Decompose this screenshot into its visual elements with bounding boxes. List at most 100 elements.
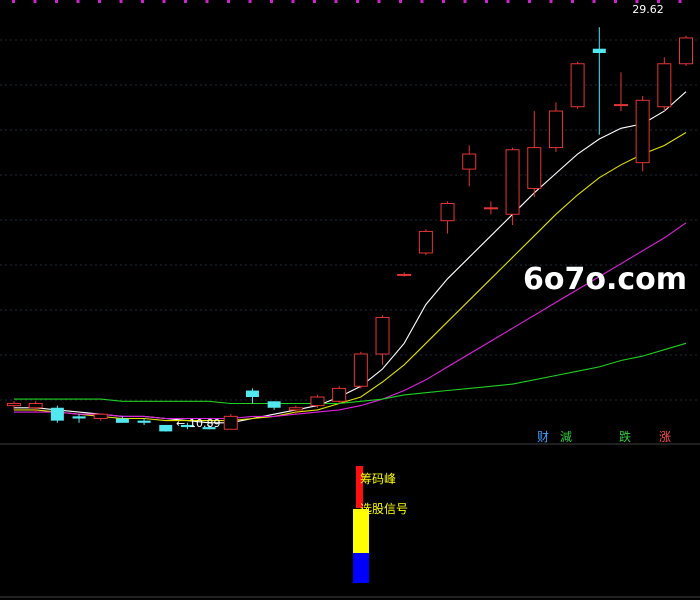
candle-body bbox=[483, 207, 498, 210]
candle-body bbox=[527, 147, 542, 189]
ma-line-3 bbox=[14, 222, 687, 420]
candle-body bbox=[505, 149, 520, 215]
candle-body bbox=[115, 418, 129, 423]
top-dot bbox=[119, 0, 123, 3]
candle-body bbox=[613, 104, 628, 107]
ma-line-1 bbox=[14, 91, 687, 424]
candle-body bbox=[353, 353, 368, 387]
low-price-label: 10.89 bbox=[189, 417, 221, 430]
top-dot bbox=[12, 0, 15, 3]
indicator-panel: 筹码峰选股信号 bbox=[353, 466, 408, 583]
candle bbox=[462, 145, 477, 187]
candle bbox=[570, 61, 585, 109]
candle bbox=[93, 413, 108, 421]
candle bbox=[50, 405, 64, 423]
top-dot bbox=[463, 0, 467, 3]
candle-body bbox=[679, 37, 693, 65]
candle-body bbox=[418, 230, 433, 254]
candle bbox=[353, 351, 368, 389]
top-dot bbox=[205, 0, 209, 3]
candle bbox=[440, 201, 455, 234]
top-dot bbox=[377, 0, 381, 3]
top-dot bbox=[291, 0, 295, 3]
top-dot bbox=[592, 0, 596, 3]
top-dot bbox=[528, 0, 531, 3]
candle-body bbox=[440, 203, 455, 222]
candle-body bbox=[50, 407, 64, 421]
candle bbox=[635, 96, 650, 172]
candle-body bbox=[397, 273, 412, 276]
candle bbox=[397, 272, 412, 277]
candle bbox=[505, 147, 520, 225]
signal-tag: 涨 bbox=[659, 429, 671, 444]
candle-body bbox=[310, 396, 325, 407]
candle bbox=[657, 57, 672, 112]
candle-body bbox=[159, 424, 173, 432]
top-dot bbox=[506, 0, 510, 3]
ma-line-4 bbox=[14, 342, 687, 405]
chart-stage: 29.62 ← 10.89 6o7o.com 财減 跌 涨 筹码峰 选股信号 bbox=[0, 0, 700, 600]
signal-tag: 财 bbox=[537, 430, 549, 444]
signal-tag: 跌 bbox=[619, 429, 631, 444]
candle-body bbox=[592, 48, 606, 53]
candle bbox=[267, 401, 281, 410]
candle bbox=[613, 72, 628, 112]
candle bbox=[592, 27, 606, 135]
top-dot bbox=[184, 0, 187, 3]
top-dot bbox=[141, 0, 144, 3]
signal-tags: 财減 跌 涨 bbox=[537, 429, 671, 444]
candle-body bbox=[7, 402, 21, 407]
indicator-bar-blue bbox=[353, 553, 369, 583]
top-marker-dots bbox=[12, 0, 682, 3]
candle bbox=[332, 386, 347, 404]
candle bbox=[418, 229, 433, 256]
candle-body bbox=[245, 390, 259, 397]
top-dot bbox=[76, 0, 80, 3]
watermark: 6o7o.com bbox=[523, 262, 687, 297]
candle-body bbox=[72, 416, 86, 419]
candle bbox=[223, 414, 238, 430]
top-dot bbox=[334, 0, 338, 3]
low-price-arrow: ← bbox=[176, 417, 185, 430]
candle-body bbox=[635, 99, 650, 164]
candle-body bbox=[375, 316, 390, 355]
candle bbox=[7, 401, 21, 410]
indicator-label: 筹码峰 bbox=[360, 472, 396, 486]
candle-body bbox=[93, 413, 108, 420]
candle-body bbox=[288, 407, 303, 411]
grid-lines bbox=[0, 39, 700, 401]
candle bbox=[548, 102, 563, 152]
top-dot bbox=[442, 0, 445, 3]
top-dot bbox=[98, 0, 101, 3]
candle-body bbox=[267, 401, 281, 408]
signal-tag: 減 bbox=[560, 429, 572, 444]
top-dot bbox=[571, 0, 574, 3]
candle bbox=[375, 315, 390, 365]
candle bbox=[72, 414, 86, 423]
top-dot bbox=[678, 0, 682, 3]
top-dot bbox=[162, 0, 166, 3]
candle bbox=[115, 416, 129, 423]
top-dot bbox=[485, 0, 488, 3]
candle bbox=[483, 201, 498, 215]
candle-body bbox=[548, 110, 563, 149]
candle bbox=[159, 424, 173, 432]
candle bbox=[527, 111, 542, 198]
candle bbox=[310, 394, 325, 408]
top-dot bbox=[33, 0, 37, 3]
top-dot bbox=[399, 0, 402, 3]
top-dot bbox=[356, 0, 359, 3]
top-dot bbox=[313, 0, 316, 3]
kline-chart: 29.62 ← 10.89 6o7o.com 财減 跌 涨 筹码峰选股信号 bbox=[0, 0, 700, 598]
candle bbox=[245, 388, 259, 404]
indicator-label: 选股信号 bbox=[360, 502, 408, 516]
moving-average-lines bbox=[14, 91, 687, 424]
top-dot bbox=[614, 0, 617, 3]
top-dot bbox=[549, 0, 553, 3]
top-dot bbox=[248, 0, 252, 3]
top-dot bbox=[270, 0, 273, 3]
candle-body bbox=[570, 63, 585, 108]
candlesticks bbox=[7, 27, 693, 432]
top-dot bbox=[55, 0, 58, 3]
candle-body bbox=[28, 402, 43, 409]
